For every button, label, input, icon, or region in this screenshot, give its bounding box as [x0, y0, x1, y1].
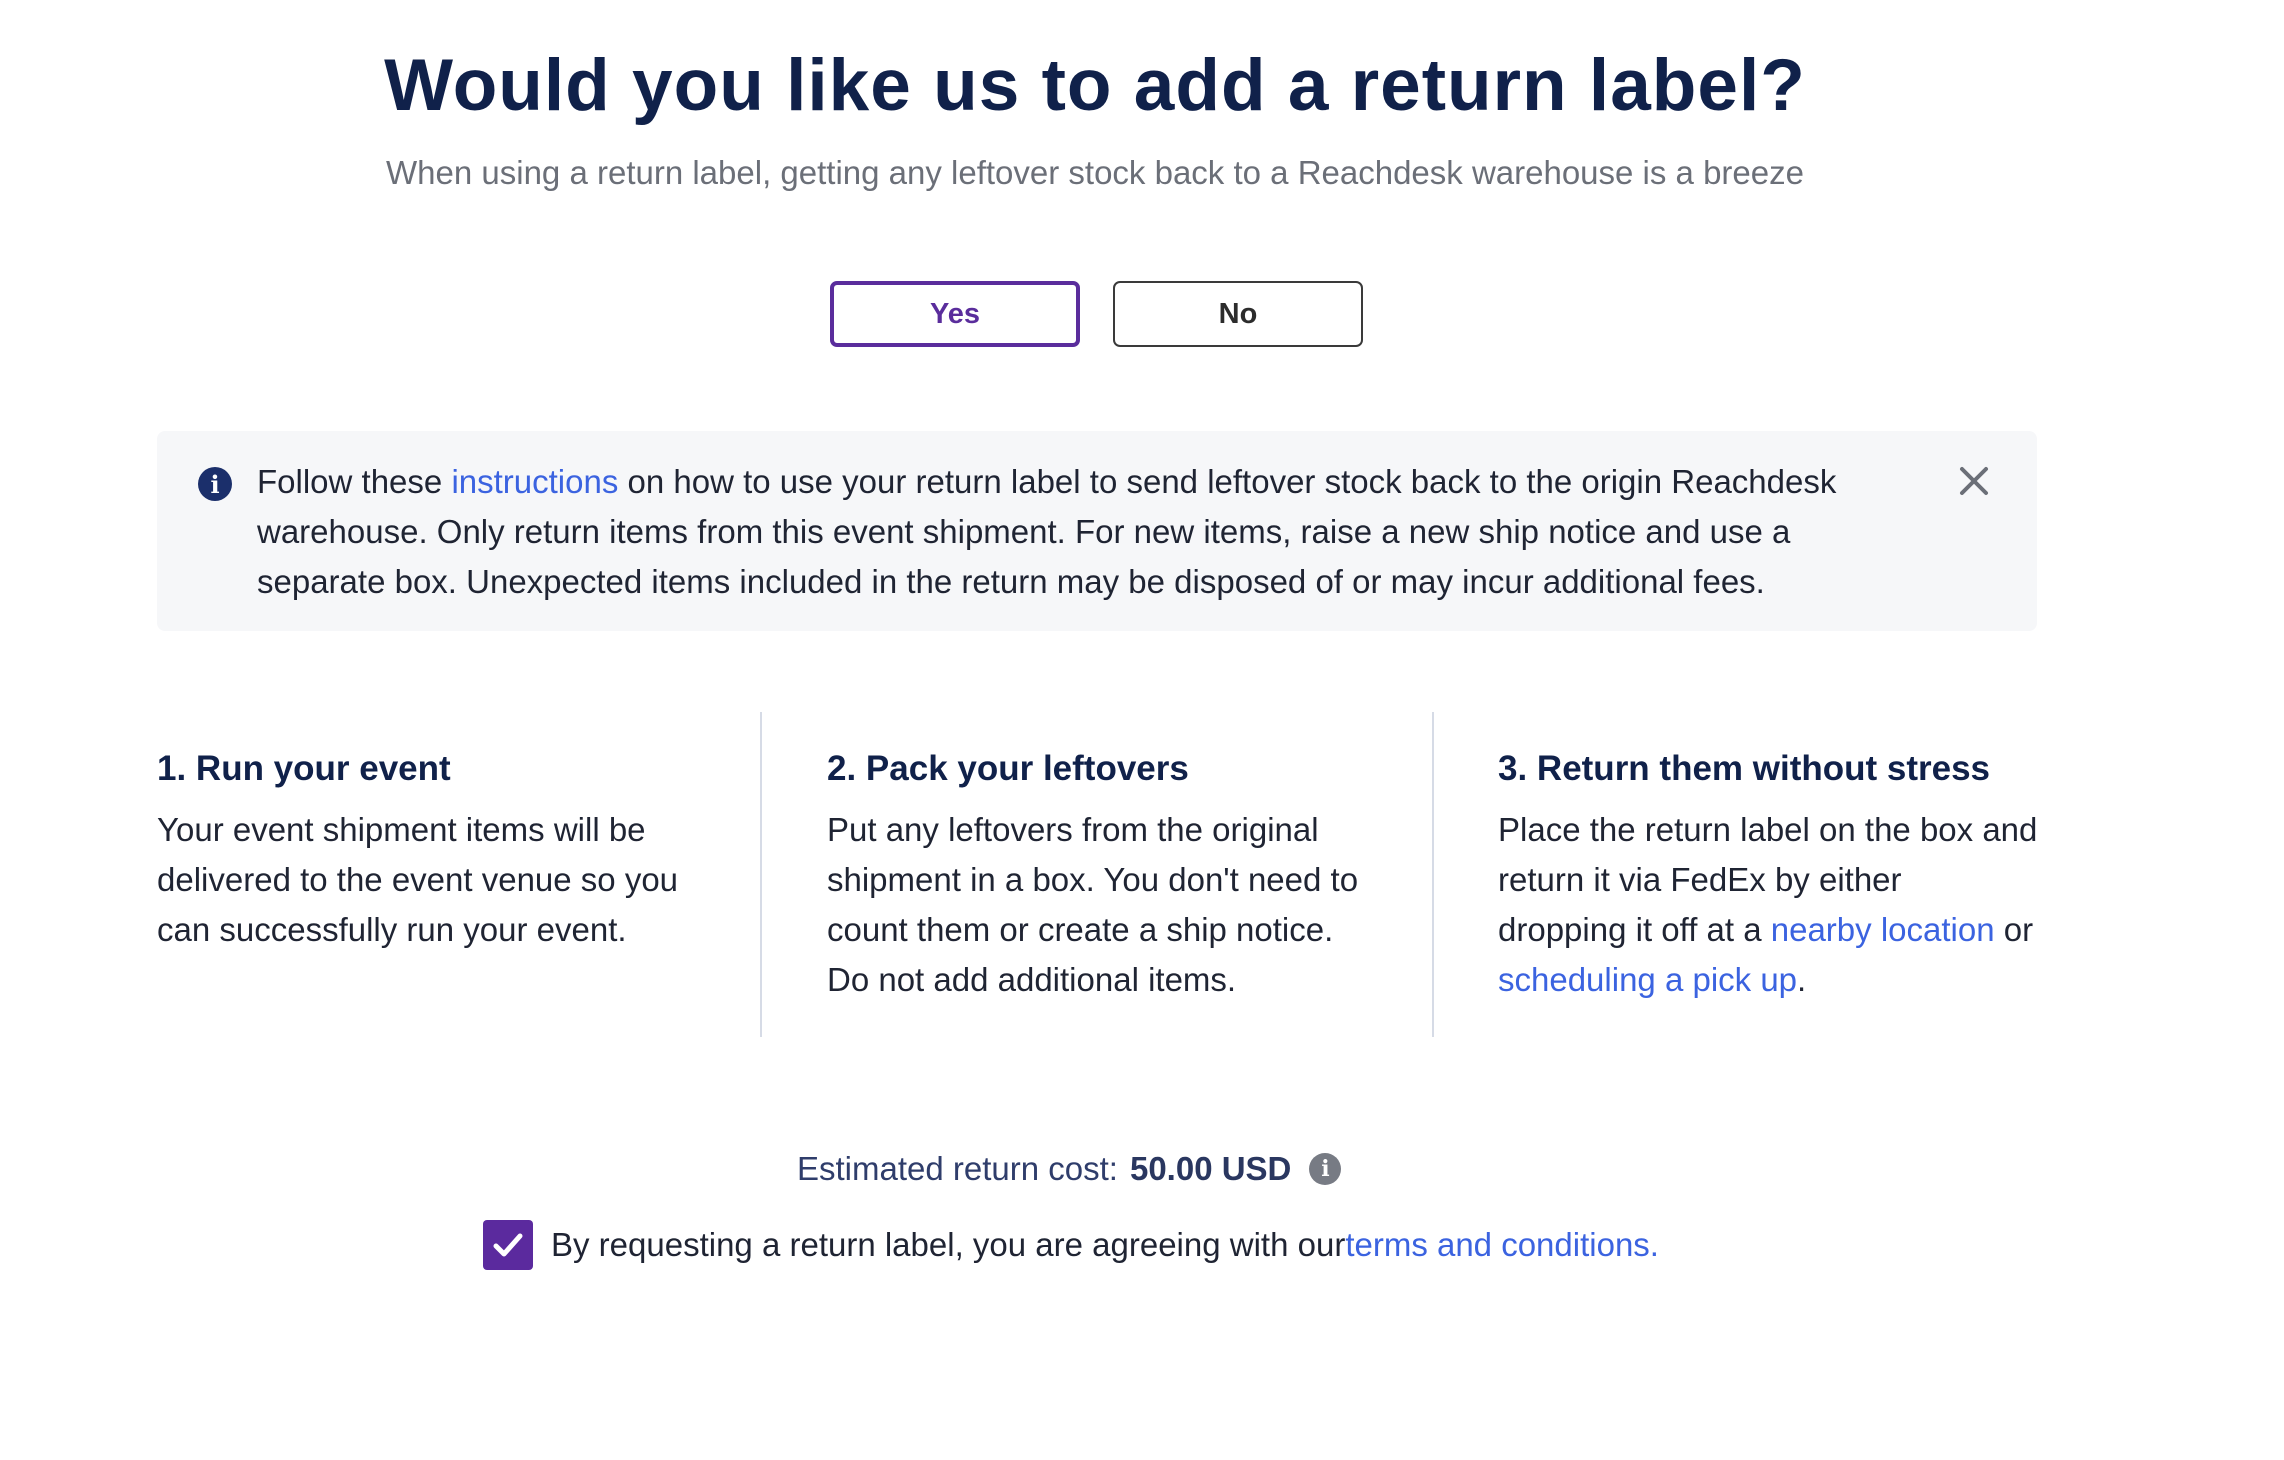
terms-checkbox[interactable] [483, 1220, 533, 1270]
step-title: 2. Pack your leftovers [827, 749, 1189, 788]
step-pack-leftovers: 2. Pack your leftovers Put any leftovers… [827, 745, 1367, 1005]
yes-button[interactable]: Yes [830, 281, 1080, 347]
step-body-text: . [1797, 961, 1807, 998]
instructions-link[interactable]: instructions [451, 463, 618, 500]
page-subtitle: When using a return label, getting any l… [386, 154, 1804, 191]
step-divider [1432, 712, 1434, 1037]
terms-text: By requesting a return label, you are ag… [551, 1226, 1346, 1263]
close-icon[interactable] [1957, 464, 1991, 498]
terms-link[interactable]: terms and conditions. [1345, 1226, 1659, 1264]
page-title: Would you like us to add a return label? [384, 45, 1806, 126]
info-circle-icon: i [198, 467, 232, 501]
info-circle-icon[interactable]: i [1309, 1153, 1342, 1185]
cost-label: Estimated return cost: [797, 1150, 1118, 1187]
terms-agreement: By requesting a return label, you are ag… [483, 1220, 1659, 1270]
estimated-cost: Estimated return cost: 50.00 USD i [797, 1150, 1342, 1188]
nearby-location-link[interactable]: nearby location [1771, 911, 1995, 948]
step-title: 3. Return them without stress [1498, 749, 1991, 788]
schedule-pickup-link[interactable]: scheduling a pick up [1498, 961, 1797, 998]
checkmark-icon [493, 1233, 523, 1257]
step-body: Put any leftovers from the original ship… [827, 811, 1359, 998]
cost-value: 50.00 USD [1129, 1150, 1292, 1187]
notice-text: Follow these instructions on how to use … [257, 457, 1897, 607]
notice-text-before: Follow these [257, 463, 452, 500]
step-body: Place the return label on the box and re… [1498, 805, 2038, 1005]
step-run-event: 1. Run your event Your event shipment it… [157, 745, 697, 955]
step-body: Your event shipment items will be delive… [157, 811, 679, 948]
step-body-text: or [1994, 911, 2034, 948]
instructions-notice: i Follow these instructions on how to us… [157, 431, 2037, 631]
step-title: 1. Run your event [157, 749, 451, 788]
step-divider [760, 712, 762, 1037]
step-return: 3. Return them without stress Place the … [1498, 745, 2038, 1005]
no-button[interactable]: No [1113, 281, 1363, 347]
